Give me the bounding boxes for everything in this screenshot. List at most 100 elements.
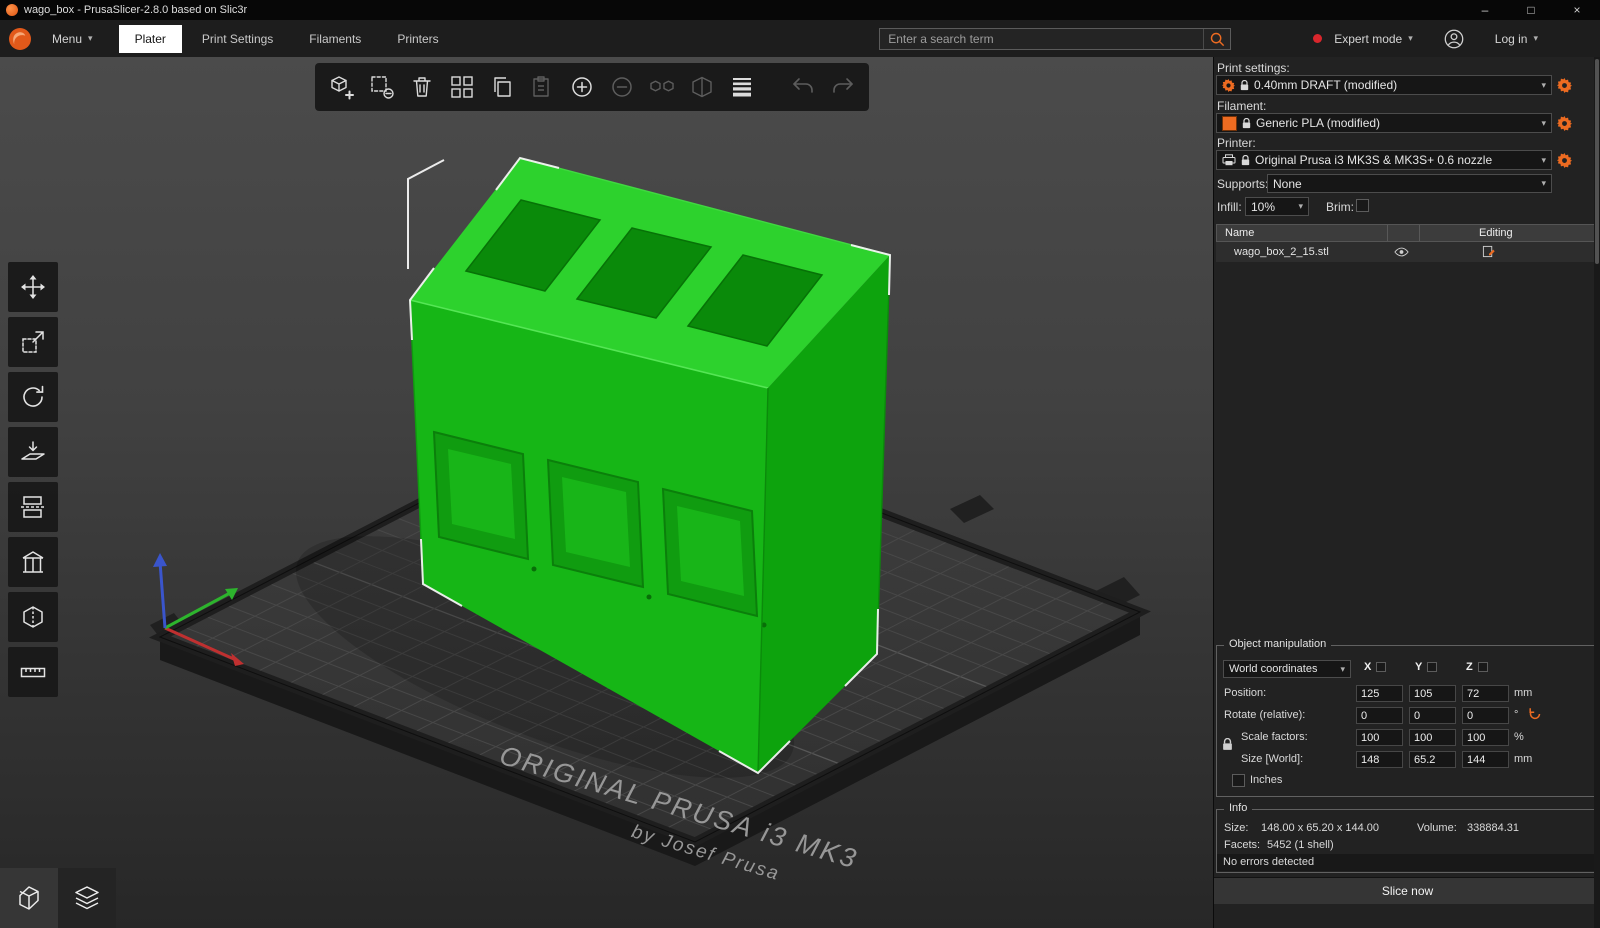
place-on-face-tool-button[interactable] bbox=[8, 427, 58, 477]
search-box bbox=[879, 27, 1232, 50]
position-y-input[interactable] bbox=[1409, 685, 1456, 702]
errors-status-text: No errors detected bbox=[1223, 856, 1315, 868]
move-tool-button[interactable] bbox=[8, 262, 58, 312]
add-instance-button[interactable] bbox=[563, 67, 600, 107]
seam-painting-tool-button[interactable] bbox=[8, 592, 58, 642]
lock-icon bbox=[1240, 79, 1249, 90]
rotate-unit: ° bbox=[1514, 709, 1519, 721]
axis-z-checkbox[interactable] bbox=[1478, 662, 1488, 672]
size-x-input[interactable] bbox=[1356, 751, 1403, 768]
scrollbar-thumb[interactable] bbox=[1595, 59, 1599, 264]
object-manipulation-group: Object manipulation World coordinates ▾ … bbox=[1216, 638, 1597, 797]
maximize-button[interactable]: □ bbox=[1508, 0, 1554, 20]
preview-view-button[interactable] bbox=[58, 868, 116, 928]
brim-checkbox[interactable] bbox=[1356, 199, 1369, 212]
login-button[interactable]: Log in ▾ bbox=[1495, 32, 1538, 46]
scale-z-input[interactable] bbox=[1462, 729, 1509, 746]
tab-filaments[interactable]: Filaments bbox=[293, 25, 377, 53]
login-label: Log in bbox=[1494, 31, 1528, 46]
gizmo-toolbar bbox=[8, 262, 58, 697]
supports-value: None bbox=[1273, 176, 1302, 191]
app-logo-icon bbox=[6, 4, 18, 16]
editor-view-button[interactable] bbox=[0, 868, 58, 928]
main-menu-button[interactable]: Menu ▾ bbox=[42, 26, 103, 52]
cut-tool-button[interactable] bbox=[8, 482, 58, 532]
panel-scrollbar bbox=[1594, 57, 1600, 928]
chevron-down-icon: ▾ bbox=[88, 33, 93, 43]
axis-y-checkbox[interactable] bbox=[1427, 662, 1437, 672]
brim-label: Brim: bbox=[1326, 200, 1354, 214]
split-to-parts-button[interactable] bbox=[683, 67, 720, 107]
slice-now-button[interactable]: Slice now bbox=[1214, 877, 1600, 904]
tab-print-settings[interactable]: Print Settings bbox=[186, 25, 289, 53]
undo-button[interactable] bbox=[784, 67, 821, 107]
size-y-input[interactable] bbox=[1409, 751, 1456, 768]
axis-y-header: Y bbox=[1415, 661, 1423, 673]
close-button[interactable]: × bbox=[1554, 0, 1600, 20]
rotate-x-input[interactable] bbox=[1356, 707, 1403, 724]
position-x-input[interactable] bbox=[1356, 685, 1403, 702]
delete-all-button[interactable] bbox=[403, 67, 440, 107]
axis-z-header: Z bbox=[1466, 661, 1473, 673]
viewport-3d[interactable]: ORIGINAL PRUSA i3 MK3 by Josef Prusa bbox=[0, 57, 1213, 928]
paste-button[interactable] bbox=[523, 67, 560, 107]
minimize-button[interactable]: – bbox=[1462, 0, 1508, 20]
settings-panel: Print settings: 0.40mm DRAFT (modified) … bbox=[1213, 57, 1600, 928]
info-volume-label: Volume: bbox=[1417, 822, 1457, 834]
reset-rotation-button[interactable] bbox=[1528, 707, 1542, 721]
supports-select[interactable]: None ▾ bbox=[1267, 174, 1552, 193]
toolbar-separator bbox=[763, 67, 781, 107]
scale-tool-button[interactable] bbox=[8, 317, 58, 367]
scale-y-input[interactable] bbox=[1409, 729, 1456, 746]
viewport-3d-scene[interactable]: ORIGINAL PRUSA i3 MK3 by Josef Prusa bbox=[0, 57, 1213, 928]
copy-button[interactable] bbox=[483, 67, 520, 107]
visibility-toggle-button[interactable] bbox=[1394, 247, 1409, 257]
add-object-button[interactable] bbox=[323, 67, 360, 107]
filament-select[interactable]: Generic PLA (modified) ▾ bbox=[1216, 113, 1552, 133]
axis-x-checkbox[interactable] bbox=[1376, 662, 1386, 672]
filament-label: Filament: bbox=[1217, 99, 1267, 113]
variable-layer-height-button[interactable] bbox=[723, 67, 760, 107]
uniform-scale-lock-button[interactable] bbox=[1222, 738, 1233, 751]
prusa-logo-icon bbox=[9, 27, 31, 50]
position-z-input[interactable] bbox=[1462, 685, 1509, 702]
account-button[interactable] bbox=[1443, 28, 1465, 50]
tab-plater[interactable]: Plater bbox=[118, 24, 182, 53]
edit-object-button[interactable] bbox=[1482, 245, 1495, 258]
printer-gear-button[interactable] bbox=[1556, 152, 1572, 168]
size-z-input[interactable] bbox=[1462, 751, 1509, 768]
rotate-label: Rotate (relative): bbox=[1224, 709, 1306, 721]
mode-selector[interactable]: Expert mode ▾ bbox=[1334, 32, 1413, 46]
rotate-tool-button[interactable] bbox=[8, 372, 58, 422]
chevron-down-icon: ▾ bbox=[1541, 154, 1546, 165]
rotate-z-input[interactable] bbox=[1462, 707, 1509, 724]
object-manipulation-title: Object manipulation bbox=[1224, 638, 1332, 650]
split-to-objects-button[interactable] bbox=[643, 67, 680, 107]
chevron-down-icon: ▾ bbox=[1541, 79, 1546, 90]
search-icon[interactable] bbox=[1203, 28, 1230, 49]
print-settings-select[interactable]: 0.40mm DRAFT (modified) ▾ bbox=[1216, 75, 1552, 95]
tab-printers[interactable]: Printers bbox=[381, 25, 454, 53]
delete-object-button[interactable] bbox=[363, 67, 400, 107]
info-group: Info Size: 148.00 x 65.20 x 144.00 Volum… bbox=[1216, 802, 1597, 873]
gear-icon bbox=[1556, 152, 1572, 168]
arrange-button[interactable] bbox=[443, 67, 480, 107]
paint-supports-tool-button[interactable] bbox=[8, 537, 58, 587]
rotate-y-input[interactable] bbox=[1409, 707, 1456, 724]
infill-select[interactable]: 10% ▾ bbox=[1245, 197, 1309, 216]
scale-x-input[interactable] bbox=[1356, 729, 1403, 746]
measure-tool-button[interactable] bbox=[8, 647, 58, 697]
inches-label: Inches bbox=[1250, 774, 1283, 786]
view-switch bbox=[0, 868, 116, 928]
redo-button[interactable] bbox=[824, 67, 861, 107]
filament-value: Generic PLA (modified) bbox=[1256, 116, 1381, 130]
coordinates-select[interactable]: World coordinates ▾ bbox=[1223, 660, 1351, 678]
print-settings-gear-button[interactable] bbox=[1556, 77, 1572, 93]
filament-gear-button[interactable] bbox=[1556, 115, 1572, 131]
search-input[interactable] bbox=[880, 31, 1204, 46]
printer-select[interactable]: Original Prusa i3 MK3S & MK3S+ 0.6 nozzl… bbox=[1216, 150, 1552, 170]
inches-checkbox[interactable] bbox=[1232, 774, 1245, 787]
object-list-row[interactable]: wago_box_2_15.stl bbox=[1216, 242, 1599, 262]
object-list-header: Name Editing bbox=[1216, 224, 1599, 242]
remove-instance-button[interactable] bbox=[603, 67, 640, 107]
